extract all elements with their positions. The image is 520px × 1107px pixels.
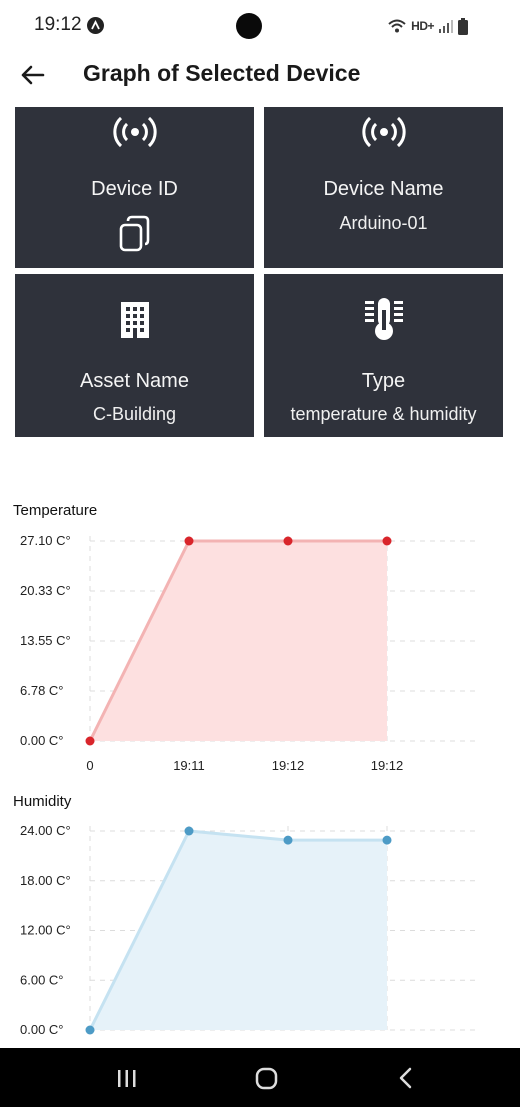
type-value: temperature & humidity [290,404,477,424]
y-tick-label: 6.78 C° [20,683,64,698]
app-bar: Graph of Selected Device [0,54,520,98]
back-nav-button[interactable] [386,1062,426,1094]
back-button[interactable] [18,60,48,90]
device-name-value: Arduino-01 [339,213,428,233]
recent-apps-button[interactable] [107,1062,147,1094]
temperature-chart-title: Temperature [13,502,98,519]
y-tick-label: 0.00 C° [20,1022,64,1037]
hd-signal-label: HD+ [411,19,434,33]
recent-apps-icon [118,1070,136,1087]
data-point [85,736,95,746]
data-point [85,1025,95,1035]
data-point [184,536,194,546]
device-id-label: Device ID [91,178,178,200]
status-icons: HD+ [387,15,468,37]
battery-icon [458,17,468,35]
y-tick-label: 0.00 C° [20,733,64,748]
arrow-left-icon [21,65,45,85]
y-tick-label: 12.00 C° [20,923,71,938]
temperature-chart: 0.00 C° 6.78 C° 13.55 C° 20.33 C° 27.10 C° 0 1… [20,533,480,773]
y-tick-label: 13.55 C° [20,633,71,648]
broadcast-icon [264,115,503,149]
signal-icon [439,20,453,33]
device-name-label: Device Name [323,178,444,200]
y-tick-label: 27.10 C° [20,533,71,548]
type-label: Type [361,370,406,392]
x-tick-label: 19:12 [371,758,404,773]
y-tick-label: 18.00 C° [20,873,71,888]
wifi-icon [388,19,406,33]
humidity-chart-title: Humidity [13,793,72,810]
type-card: Type temperature & humidity [264,274,503,437]
data-point [283,536,293,546]
home-icon [255,1067,278,1090]
page-title: Graph of Selected Device [83,60,361,86]
y-tick-label: 24.00 C° [20,823,71,838]
y-tick-label: 20.33 C° [20,583,71,598]
status-time: 19:12 [34,14,82,35]
broadcast-icon [15,115,254,149]
thermometer-icon [264,296,503,342]
camera-cutout [236,13,262,39]
building-icon [15,300,254,340]
system-nav-bar [0,1048,520,1107]
device-id-card: Device ID [15,107,254,268]
device-name-card: Device Name Arduino-01 [264,107,503,268]
chevron-left-icon [399,1067,412,1089]
data-point [382,835,392,845]
data-point [382,536,392,546]
asset-name-value: C-Building [92,404,177,424]
copy-icon[interactable] [15,215,254,253]
asset-name-label: Asset Name [80,370,189,392]
data-point [184,826,194,836]
status-bar: 19:12 HD+ [0,0,520,54]
x-tick-label: 19:11 [173,758,205,773]
humidity-chart: 0.00 C° 6.00 C° 12.00 C° 18.00 C° 24.00 C° [20,823,480,1037]
data-point [283,835,293,845]
home-button[interactable] [246,1062,286,1094]
app-notification-icon [87,17,104,34]
x-tick-label: 0 [86,758,93,773]
y-tick-label: 6.00 C° [20,972,64,987]
x-tick-label: 19:12 [272,758,305,773]
asset-name-card: Asset Name C-Building [15,274,254,437]
